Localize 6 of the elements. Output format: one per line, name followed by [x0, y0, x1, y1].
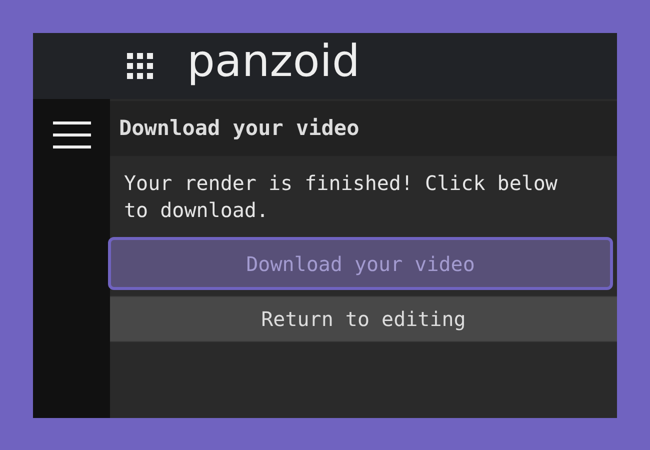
- logo[interactable]: panzoid: [187, 40, 360, 84]
- menu-icon[interactable]: [52, 121, 90, 149]
- apps-grid-icon[interactable]: [127, 53, 153, 79]
- message-text: Your render is finished! Click below to download.: [123, 170, 558, 224]
- return-button[interactable]: Return to editing: [110, 296, 617, 342]
- panel-title: Download your video: [119, 114, 360, 142]
